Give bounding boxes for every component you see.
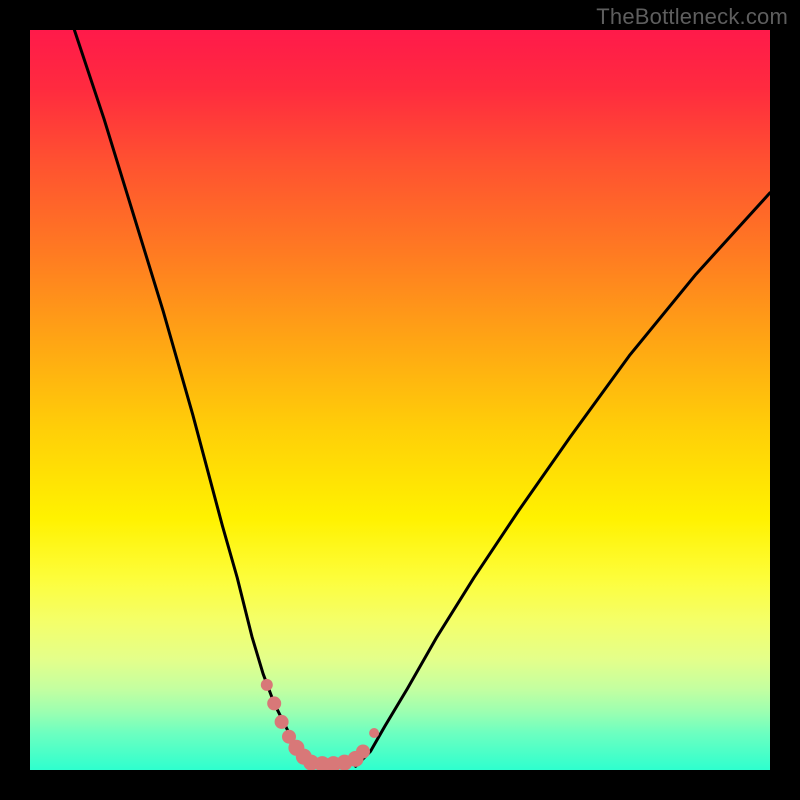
data-marker — [275, 715, 289, 729]
data-marker — [356, 745, 370, 759]
curve-left-curve — [74, 30, 311, 766]
watermark-text: TheBottleneck.com — [596, 4, 788, 30]
data-marker — [261, 679, 273, 691]
chart-svg — [30, 30, 770, 770]
chart-frame: TheBottleneck.com — [0, 0, 800, 800]
marker-group — [261, 679, 379, 770]
curve-right-curve — [356, 193, 770, 767]
curve-group — [74, 30, 770, 766]
data-marker — [369, 728, 379, 738]
plot-area — [30, 30, 770, 770]
data-marker — [267, 696, 281, 710]
